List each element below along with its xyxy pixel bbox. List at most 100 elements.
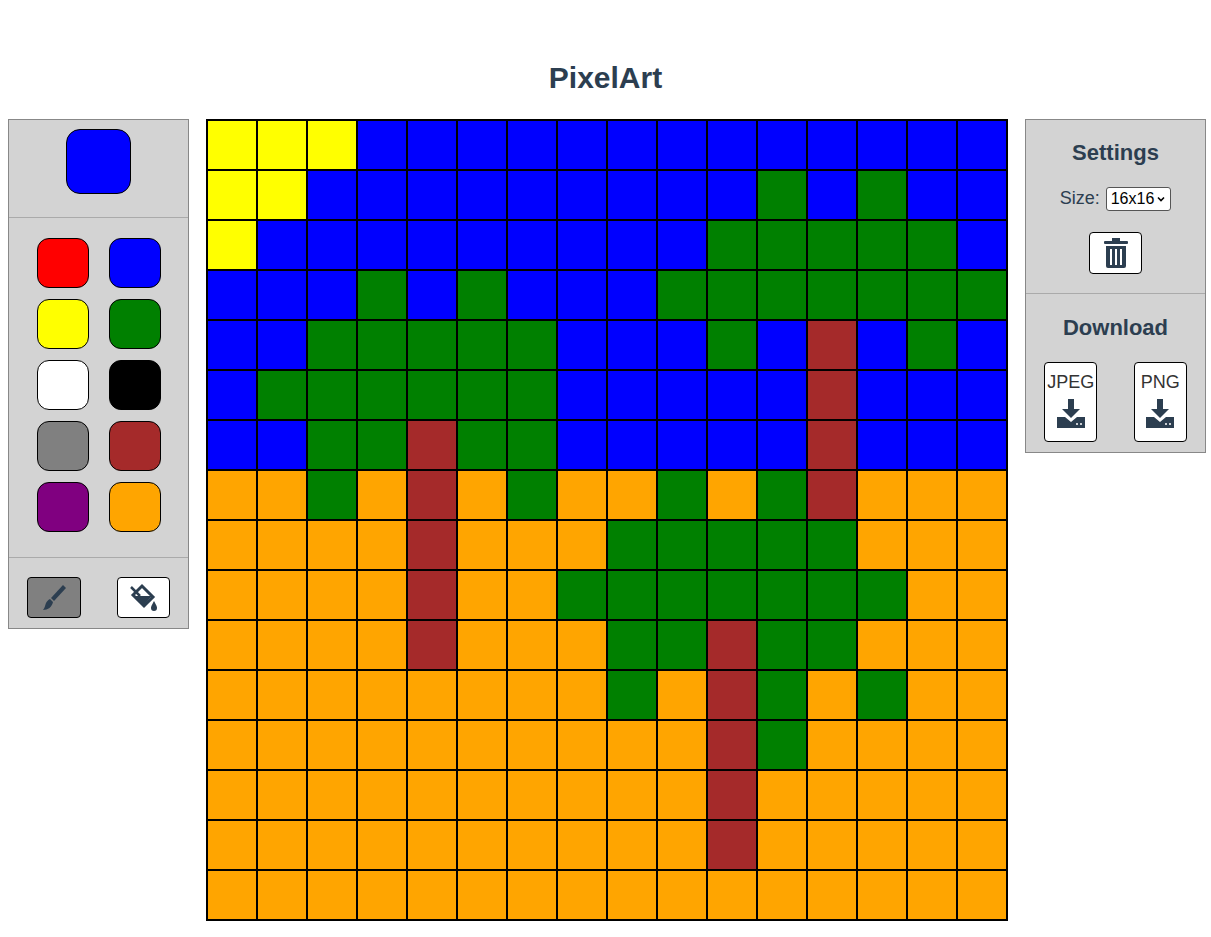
pixel-cell[interactable] <box>408 421 458 471</box>
pixel-cell[interactable] <box>908 421 958 471</box>
pixel-cell[interactable] <box>258 721 308 771</box>
pixel-cell[interactable] <box>508 521 558 571</box>
pixel-cell[interactable] <box>558 621 608 671</box>
palette-swatch[interactable] <box>109 421 161 471</box>
palette-swatch[interactable] <box>37 482 89 532</box>
pixel-cell[interactable] <box>458 271 508 321</box>
pixel-cell[interactable] <box>858 521 908 571</box>
pixel-cell[interactable] <box>208 621 258 671</box>
size-select[interactable]: 16x16 <box>1106 187 1172 211</box>
pixel-cell[interactable] <box>258 621 308 671</box>
pixel-cell[interactable] <box>608 121 658 171</box>
pixel-cell[interactable] <box>608 371 658 421</box>
pixel-cell[interactable] <box>808 121 858 171</box>
pixel-cell[interactable] <box>658 221 708 271</box>
pixel-cell[interactable] <box>958 471 1008 521</box>
pixel-cell[interactable] <box>408 221 458 271</box>
pixel-cell[interactable] <box>608 871 658 921</box>
pixel-cell[interactable] <box>958 521 1008 571</box>
pixel-cell[interactable] <box>658 471 708 521</box>
pixel-cell[interactable] <box>258 821 308 871</box>
pixel-cell[interactable] <box>958 321 1008 371</box>
pixel-cell[interactable] <box>558 871 608 921</box>
pixel-cell[interactable] <box>808 271 858 321</box>
pixel-cell[interactable] <box>458 471 508 521</box>
pixel-cell[interactable] <box>958 271 1008 321</box>
pixel-cell[interactable] <box>908 271 958 321</box>
pixel-cell[interactable] <box>908 821 958 871</box>
download-button[interactable]: PNG <box>1134 362 1187 442</box>
pixel-cell[interactable] <box>608 321 658 371</box>
pixel-cell[interactable] <box>558 821 608 871</box>
pixel-cell[interactable] <box>308 721 358 771</box>
pixel-cell[interactable] <box>708 721 758 771</box>
pixel-cell[interactable] <box>558 471 608 521</box>
pixel-cell[interactable] <box>858 771 908 821</box>
pixel-cell[interactable] <box>658 171 708 221</box>
pixel-cell[interactable] <box>358 771 408 821</box>
pixel-cell[interactable] <box>308 271 358 321</box>
pixel-cell[interactable] <box>208 821 258 871</box>
pixel-cell[interactable] <box>508 121 558 171</box>
pixel-cell[interactable] <box>758 571 808 621</box>
pixel-cell[interactable] <box>358 121 408 171</box>
pixel-cell[interactable] <box>958 421 1008 471</box>
pixel-cell[interactable] <box>508 221 558 271</box>
pixel-cell[interactable] <box>658 121 708 171</box>
pixel-cell[interactable] <box>908 121 958 171</box>
brush-tool-button[interactable] <box>27 577 81 618</box>
pixel-cell[interactable] <box>558 521 608 571</box>
pixel-cell[interactable] <box>858 221 908 271</box>
pixel-cell[interactable] <box>658 871 708 921</box>
pixel-cell[interactable] <box>708 121 758 171</box>
pixel-cell[interactable] <box>608 421 658 471</box>
pixel-cell[interactable] <box>458 671 508 721</box>
pixel-cell[interactable] <box>558 171 608 221</box>
pixel-cell[interactable] <box>558 671 608 721</box>
pixel-cell[interactable] <box>608 171 658 221</box>
pixel-cell[interactable] <box>608 671 658 721</box>
pixel-cell[interactable] <box>558 421 608 471</box>
pixel-cell[interactable] <box>858 671 908 721</box>
pixel-cell[interactable] <box>908 321 958 371</box>
pixel-cell[interactable] <box>208 371 258 421</box>
pixel-cell[interactable] <box>408 671 458 721</box>
pixel-cell[interactable] <box>258 171 308 221</box>
pixel-cell[interactable] <box>958 871 1008 921</box>
pixel-cell[interactable] <box>558 571 608 621</box>
pixel-cell[interactable] <box>758 871 808 921</box>
pixel-cell[interactable] <box>608 771 658 821</box>
pixel-cell[interactable] <box>758 821 808 871</box>
pixel-cell[interactable] <box>808 771 858 821</box>
pixel-cell[interactable] <box>758 721 808 771</box>
pixel-cell[interactable] <box>808 621 858 671</box>
pixel-cell[interactable] <box>358 421 408 471</box>
pixel-cell[interactable] <box>808 821 858 871</box>
pixel-cell[interactable] <box>708 671 758 721</box>
pixel-cell[interactable] <box>758 121 808 171</box>
pixel-cell[interactable] <box>808 371 858 421</box>
pixel-cell[interactable] <box>908 371 958 421</box>
palette-swatch[interactable] <box>37 421 89 471</box>
pixel-cell[interactable] <box>608 571 658 621</box>
pixel-cell[interactable] <box>508 821 558 871</box>
pixel-cell[interactable] <box>858 271 908 321</box>
pixel-cell[interactable] <box>608 821 658 871</box>
pixel-cell[interactable] <box>508 871 558 921</box>
pixel-cell[interactable] <box>508 471 558 521</box>
pixel-cell[interactable] <box>258 521 308 571</box>
pixel-cell[interactable] <box>908 221 958 271</box>
pixel-cell[interactable] <box>708 621 758 671</box>
pixel-cell[interactable] <box>658 421 708 471</box>
pixel-cell[interactable] <box>558 221 608 271</box>
pixel-cell[interactable] <box>308 321 358 371</box>
pixel-cell[interactable] <box>908 771 958 821</box>
pixel-cell[interactable] <box>208 171 258 221</box>
pixel-cell[interactable] <box>358 321 408 371</box>
pixel-cell[interactable] <box>358 571 408 621</box>
pixel-cell[interactable] <box>608 621 658 671</box>
pixel-cell[interactable] <box>708 471 758 521</box>
pixel-cell[interactable] <box>958 721 1008 771</box>
pixel-cell[interactable] <box>458 621 508 671</box>
pixel-cell[interactable] <box>708 371 758 421</box>
